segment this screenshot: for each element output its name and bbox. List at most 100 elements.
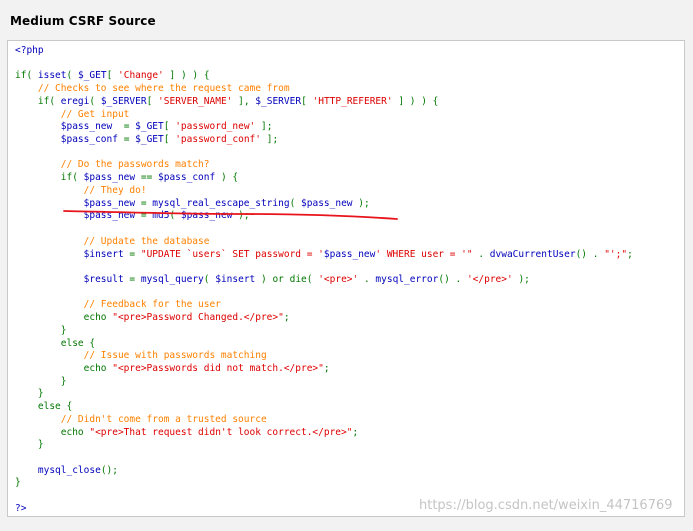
code-token: = xyxy=(112,121,136,133)
code-token: eregi xyxy=(60,95,90,107)
code-token: if( xyxy=(15,70,38,82)
code-line: } xyxy=(15,477,21,489)
code-token: ] ) ) { xyxy=(163,70,210,82)
code-line: mysql_close(); xyxy=(15,465,118,477)
code-token: $pass_new xyxy=(60,121,113,133)
code-line: ?> xyxy=(15,503,26,515)
code-token: $_SERVER xyxy=(100,95,147,107)
code-token: [ xyxy=(163,121,176,133)
code-line: $pass_new = mysql_real_escape_string( $p… xyxy=(15,198,370,210)
code-line: } xyxy=(15,388,44,400)
code-line: // Issue with passwords matching xyxy=(15,350,267,362)
code-token: // Checks to see where the request came … xyxy=(15,83,290,95)
code-token: ( xyxy=(289,197,302,209)
code-line: echo "<pre>Password Changed.</pre>"; xyxy=(15,312,290,324)
code-token: '<pre>' xyxy=(318,273,359,285)
code-token: ); xyxy=(512,273,530,285)
code-token: $pass_conf xyxy=(158,172,216,184)
code-line: else { xyxy=(15,338,95,350)
code-token: $insert xyxy=(83,248,124,260)
code-token: ; xyxy=(323,363,330,374)
code-token: 'Change' xyxy=(118,70,164,82)
code-token: . xyxy=(472,248,490,260)
code-line: $pass_new = md5( $pass_new ); xyxy=(15,210,250,222)
code-token: $_GET xyxy=(135,134,164,146)
code-token: ; xyxy=(283,312,290,324)
code-token: $pass_conf xyxy=(60,134,118,146)
code-token: = xyxy=(135,210,153,222)
code-line: if( $pass_new == $pass_conf ) { xyxy=(15,172,238,184)
code-line: // Update the database xyxy=(15,235,210,248)
code-token: . xyxy=(358,273,376,285)
code-token: <?php xyxy=(15,45,44,56)
code-token: $pass_new xyxy=(83,210,136,222)
code-token: [ xyxy=(301,95,313,107)
code-token: // Update the database xyxy=(15,235,210,247)
code-token: [ xyxy=(146,95,159,107)
code-line: echo "<pre>Passwords did not match.</pre… xyxy=(15,363,330,375)
code-token: else { xyxy=(15,337,96,349)
code-token: (); xyxy=(100,464,118,476)
code-token: ( xyxy=(169,210,181,222)
code-token: $_GET xyxy=(135,121,164,133)
code-token: = xyxy=(135,197,153,209)
code-token: $pass_new xyxy=(180,210,233,222)
code-token: $pass_new xyxy=(83,172,136,184)
code-token: echo xyxy=(15,426,90,438)
code-token: if( xyxy=(15,95,61,107)
code-token: [ xyxy=(163,134,176,146)
code-token: dvwaCurrentUser xyxy=(489,248,576,260)
code-token: } xyxy=(15,324,67,336)
code-token: $pass_new xyxy=(323,248,376,260)
code-line: } xyxy=(15,324,67,337)
code-token: else { xyxy=(15,401,73,413)
code-token: 'password_new' xyxy=(175,121,256,133)
code-token: ) { xyxy=(215,172,239,184)
code-token: $insert xyxy=(215,273,256,285)
code-token: } xyxy=(15,388,44,400)
code-token: ( xyxy=(66,70,78,82)
code-token: echo xyxy=(15,363,113,374)
code-token: ]; xyxy=(261,134,279,146)
code-token: // Issue with passwords matching xyxy=(15,350,267,362)
code-token: '</pre>' xyxy=(466,273,513,285)
code-line: else { xyxy=(15,401,72,413)
code-token: ; xyxy=(627,248,633,260)
code-line: // Checks to see where the request came … xyxy=(15,83,290,95)
code-line: } xyxy=(15,376,67,388)
code-line: if( isset( $_GET[ 'Change' ] ) ) { xyxy=(15,70,210,82)
code-token: md5 xyxy=(152,210,170,222)
code-token: "<pre>Passwords did not match.</pre>" xyxy=(112,363,324,374)
code-line: <?php xyxy=(15,45,44,57)
code-line: // Didn't come from a trusted source xyxy=(15,414,267,426)
code-token: 'SERVER_NAME' xyxy=(158,95,233,107)
source-code-box: <?php if( isset( $_GET[ 'Change' ] ) ) { … xyxy=(7,40,685,517)
code-line: $pass_new = $_GET[ 'password_new' ]; xyxy=(15,121,273,133)
code-token: ?> xyxy=(15,502,27,514)
code-token: ( xyxy=(203,273,216,285)
code-token: $result xyxy=(83,273,124,285)
code-line: $pass_conf = $_GET[ 'password_conf' ]; xyxy=(15,134,278,146)
code-token: // Get input xyxy=(15,108,130,120)
code-token: $pass_new xyxy=(301,197,353,209)
code-line: if( eregi( $_SERVER[ 'SERVER_NAME' ], $_… xyxy=(15,96,438,108)
page-title: Medium CSRF Source xyxy=(10,14,156,28)
code-token: = xyxy=(123,248,141,260)
code-token: = xyxy=(123,273,141,285)
code-token: if( xyxy=(15,172,84,184)
code-token: mysql_error xyxy=(375,273,439,285)
code-line: // Do the passwords match? xyxy=(15,159,210,171)
code-token: "UPDATE `users` SET password = ' xyxy=(140,248,324,260)
code-line: // They do! xyxy=(15,185,147,197)
code-token: ); xyxy=(352,197,370,209)
code-token: [ xyxy=(106,70,119,82)
code-token: isset xyxy=(37,70,67,82)
code-token: // They do! xyxy=(15,184,147,196)
code-token: mysql_real_escape_string xyxy=(152,197,290,209)
